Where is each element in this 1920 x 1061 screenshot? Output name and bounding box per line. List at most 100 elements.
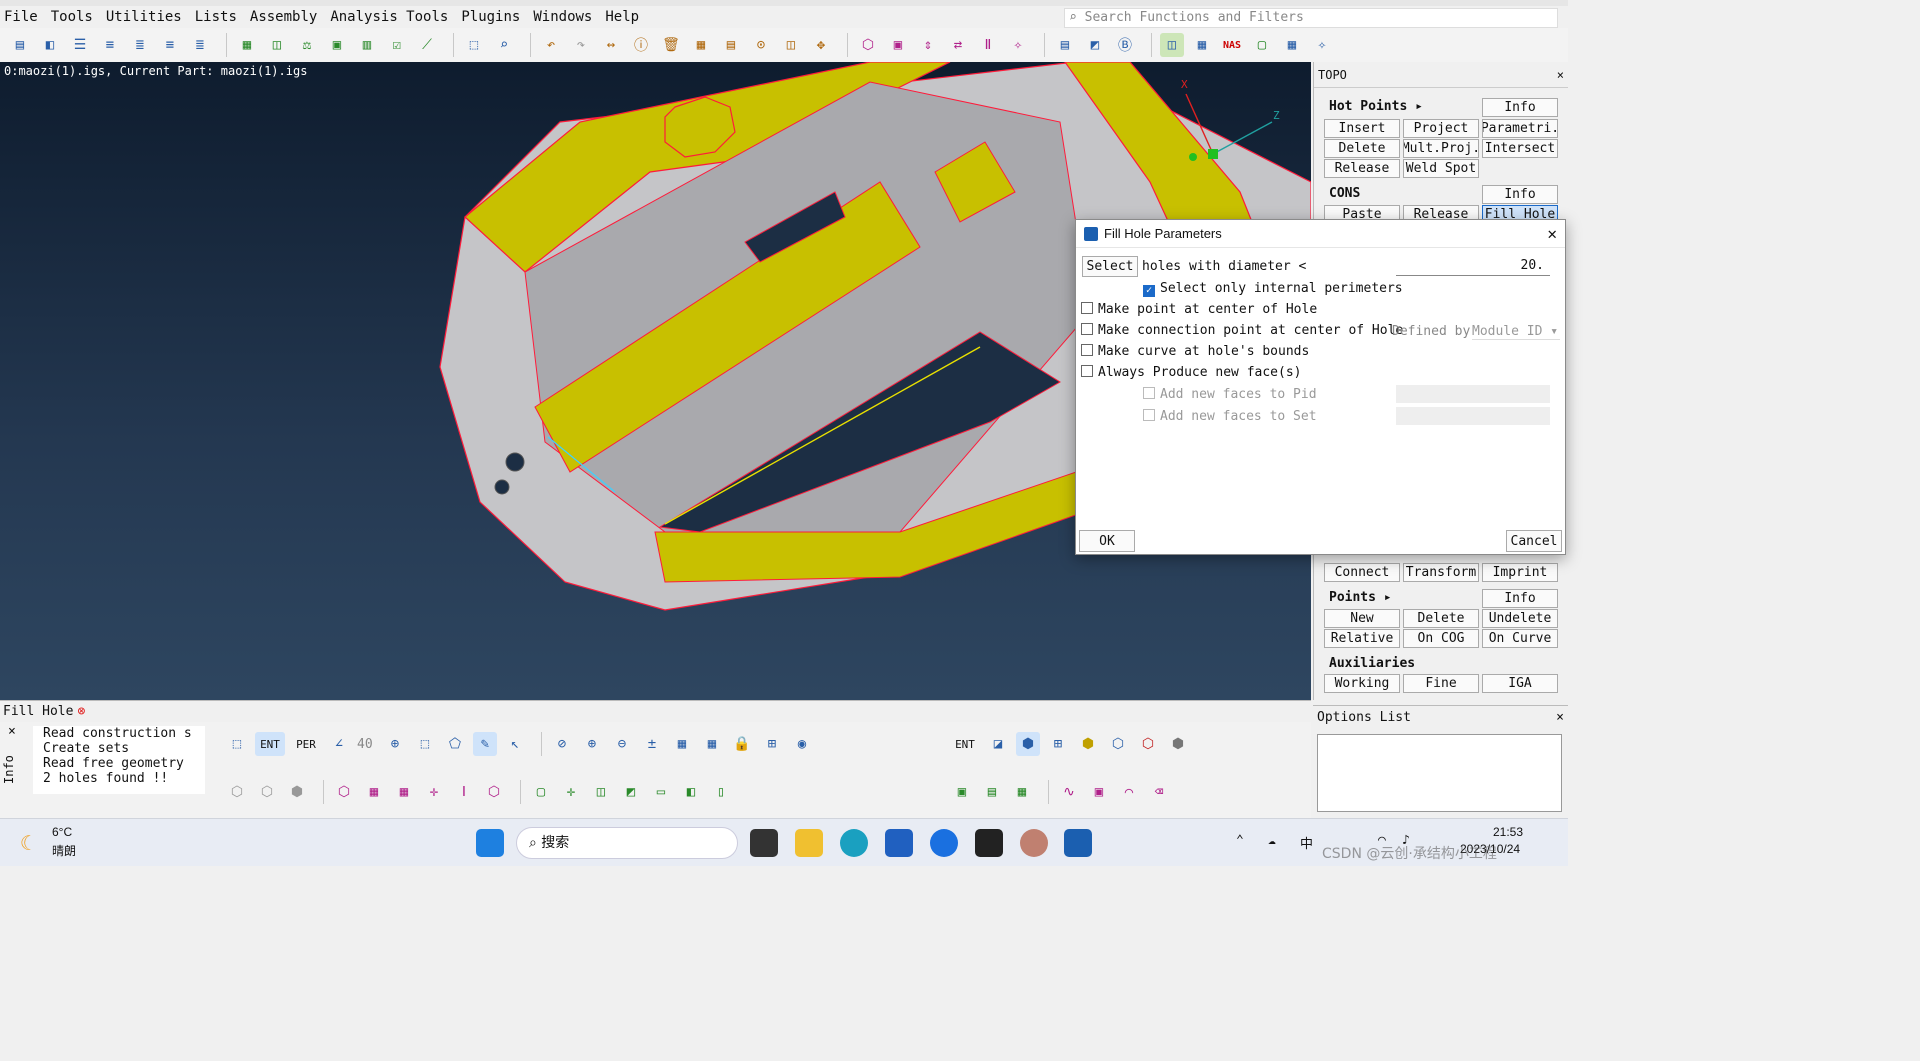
project-button[interactable]: Project xyxy=(1403,119,1479,138)
info-icon[interactable]: ⓘ xyxy=(629,33,653,57)
network-icon[interactable]: ☁ xyxy=(1268,833,1276,848)
eraser-icon[interactable]: ⌫ xyxy=(1147,780,1171,804)
view-icon[interactable]: ◫ xyxy=(1160,33,1184,57)
se-icon[interactable]: ≡ xyxy=(158,33,182,57)
pointer-icon[interactable]: ↖ xyxy=(503,732,527,756)
delete-point-button[interactable]: Delete xyxy=(1403,609,1479,628)
avatar-app-icon[interactable] xyxy=(1020,829,1048,857)
pink-i-icon[interactable]: Ⅰ xyxy=(452,780,476,804)
layers-icon[interactable]: ▦ xyxy=(235,33,259,57)
plus-icon[interactable]: ⊕ xyxy=(580,732,604,756)
target-icon[interactable]: ⊕ xyxy=(383,732,407,756)
per-toggle[interactable]: PER xyxy=(291,732,321,756)
green-rect-icon[interactable]: ▭ xyxy=(649,780,673,804)
transform-button[interactable]: Transform xyxy=(1403,563,1479,582)
close-icon[interactable]: × xyxy=(1556,710,1564,725)
clock-time[interactable]: 21:53 xyxy=(1493,825,1523,839)
menu-help[interactable]: Help xyxy=(605,9,639,25)
pe-icon[interactable]: ≡ xyxy=(98,33,122,57)
release-button[interactable]: Release xyxy=(1324,159,1400,178)
redo-icon[interactable]: ↷ xyxy=(569,33,593,57)
region-icon[interactable]: ▢ xyxy=(1250,33,1274,57)
terminal-icon[interactable] xyxy=(975,829,1003,857)
options-list-box[interactable] xyxy=(1317,734,1562,812)
green-book-icon[interactable]: ▯ xyxy=(709,780,733,804)
slash-icon[interactable]: ⊘ xyxy=(550,732,574,756)
align-icon[interactable]: ⇕ xyxy=(916,33,940,57)
checkbox[interactable] xyxy=(1081,365,1093,377)
beam-icon[interactable]: Ⅱ xyxy=(976,33,1000,57)
cancel-button[interactable]: Cancel xyxy=(1506,530,1562,552)
fine-button[interactable]: Fine xyxy=(1403,674,1479,693)
table-icon[interactable]: ▦ xyxy=(1190,33,1214,57)
zoom-icon[interactable]: ⌕ xyxy=(492,33,516,57)
wand-icon[interactable]: ✧ xyxy=(1006,33,1030,57)
cons-info-button[interactable]: Info xyxy=(1482,185,1558,204)
brush-icon[interactable]: ✎ xyxy=(473,732,497,756)
ok-button[interactable]: OK xyxy=(1079,530,1135,552)
weld-spot-button[interactable]: Weld Spot xyxy=(1403,159,1479,178)
grid-icon[interactable]: ▦ xyxy=(689,33,713,57)
lasso-icon[interactable]: ⬚ xyxy=(413,732,437,756)
menu-assembly[interactable]: Assembly xyxy=(250,9,317,25)
ime-indicator[interactable]: 中 xyxy=(1300,833,1313,852)
delete-icon[interactable]: 🗑 xyxy=(659,33,683,57)
measure-icon[interactable]: ↔ xyxy=(599,33,623,57)
pink-mesh-icon[interactable]: ▦ xyxy=(392,780,416,804)
red-cube-icon[interactable]: ⬡ xyxy=(1136,732,1160,756)
pink-cube-icon[interactable]: ⬡ xyxy=(332,780,356,804)
wire-icon[interactable]: ⊞ xyxy=(1046,732,1070,756)
select-button[interactable]: Select xyxy=(1082,256,1138,277)
node-icon[interactable]: ∿ xyxy=(1057,780,1081,804)
menu-windows[interactable]: Windows xyxy=(533,9,592,25)
close-icon[interactable]: × xyxy=(8,724,16,739)
green-tiles-icon[interactable]: ◩ xyxy=(619,780,643,804)
mesh-cube-icon[interactable]: ⬡ xyxy=(1106,732,1130,756)
database-icon[interactable]: ▤ xyxy=(8,33,32,57)
intersect-button[interactable]: Intersect xyxy=(1482,139,1558,158)
curve-icon[interactable]: ◫ xyxy=(265,33,289,57)
cube-solid-icon[interactable]: ⬢ xyxy=(285,780,309,804)
notes-icon[interactable]: ▤ xyxy=(1053,33,1077,57)
checkbox[interactable] xyxy=(1081,302,1093,314)
store-icon[interactable] xyxy=(885,829,913,857)
check-icon[interactable]: ☑ xyxy=(385,33,409,57)
record-icon[interactable]: ◉ xyxy=(790,732,814,756)
grid4-icon[interactable]: ▦ xyxy=(670,732,694,756)
points-info-button[interactable]: Info xyxy=(1482,589,1558,608)
box-select-icon[interactable]: ⬚ xyxy=(225,732,249,756)
task-view-icon[interactable] xyxy=(750,829,778,857)
pink-plus-icon[interactable]: ✛ xyxy=(422,780,446,804)
stack-icon[interactable]: ☰ xyxy=(68,33,92,57)
edge-icon[interactable] xyxy=(840,829,868,857)
search-input[interactable]: ⌕ Search Functions and Filters xyxy=(1064,8,1558,28)
gray-cube-icon[interactable]: ⬢ xyxy=(1166,732,1190,756)
checkbox[interactable]: ✓ xyxy=(1143,285,1155,297)
point-icon[interactable]: ▣ xyxy=(1087,780,1111,804)
cube-gray-icon[interactable]: ⬡ xyxy=(255,780,279,804)
balance-icon[interactable]: ⚖ xyxy=(295,33,319,57)
connect-icon[interactable]: ⊞ xyxy=(760,732,784,756)
diameter-field[interactable]: 20. xyxy=(1396,256,1550,276)
green-half-icon[interactable]: ◧ xyxy=(679,780,703,804)
swap-icon[interactable]: ⇄ xyxy=(946,33,970,57)
checkbox[interactable] xyxy=(1081,344,1093,356)
close-icon[interactable]: ✕ xyxy=(1547,224,1557,243)
meshgrid-icon[interactable]: ▦ xyxy=(1280,33,1304,57)
module-id-select[interactable]: Module ID ▾ xyxy=(1472,324,1560,340)
shade-icon[interactable]: ◪ xyxy=(986,732,1010,756)
menu-analysis-tools[interactable]: Analysis Tools xyxy=(330,9,448,25)
connect-button[interactable]: Connect xyxy=(1324,563,1400,582)
menu-utilities[interactable]: Utilities xyxy=(106,9,182,25)
pink-grid-icon[interactable]: ▦ xyxy=(362,780,386,804)
green-layer-icon[interactable]: ▤ xyxy=(980,780,1004,804)
nas-icon[interactable]: NAS xyxy=(1220,33,1244,57)
menu-plugins[interactable]: Plugins xyxy=(461,9,520,25)
taskbar-search[interactable]: ⌕ 搜索 xyxy=(516,827,738,859)
pink-hex-icon[interactable]: ⬡ xyxy=(482,780,506,804)
menu-file[interactable]: File xyxy=(4,9,38,25)
new-face-option[interactable]: Always Produce new face(s) xyxy=(1081,365,1302,380)
magnify-icon[interactable]: ⊙ xyxy=(749,33,773,57)
insert-button[interactable]: Insert xyxy=(1324,119,1400,138)
hotpoints-info-button[interactable]: Info xyxy=(1482,98,1558,117)
